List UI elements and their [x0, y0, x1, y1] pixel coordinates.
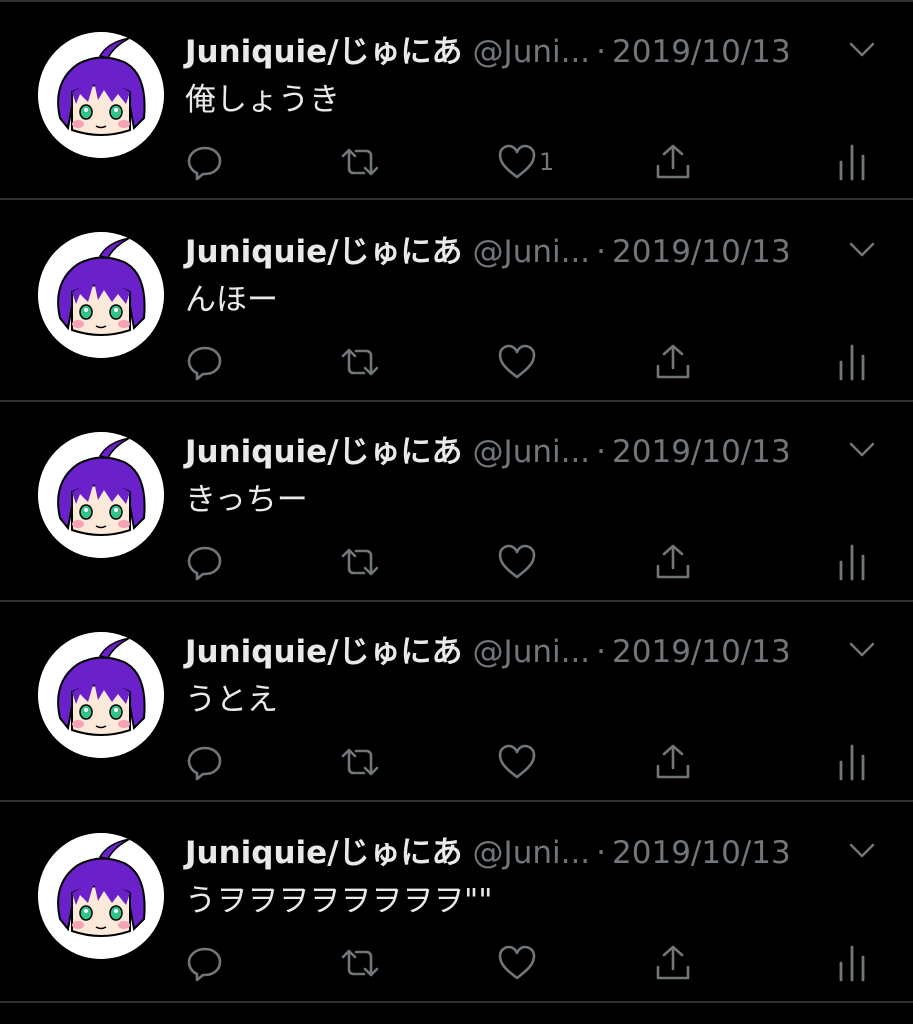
tweet-actions [0, 340, 913, 384]
tweet-actions: 1 [0, 140, 913, 184]
tweet-header: Juniquie/じゅにあ @Juni... · 2019/10/13 [185, 630, 885, 674]
user-handle[interactable]: @Juni... [473, 34, 591, 70]
retweet-icon [341, 748, 379, 776]
share-button[interactable] [653, 540, 693, 584]
retweet-icon [341, 949, 379, 977]
tweet-date[interactable]: 2019/10/13 [612, 434, 791, 470]
analytics-icon [839, 144, 865, 181]
separator-dot: · [596, 434, 607, 470]
chevron-down-icon[interactable] [848, 40, 876, 60]
display-name[interactable]: Juniquie/じゅにあ [185, 434, 463, 470]
tweet[interactable]: Juniquie/じゅにあ @Juni... · 2019/10/13 んほー [0, 202, 913, 402]
separator-dot: · [596, 835, 607, 871]
reply-button[interactable] [185, 740, 225, 784]
analytics-button[interactable] [832, 140, 872, 184]
display-name[interactable]: Juniquie/じゅにあ [185, 835, 463, 871]
analytics-button[interactable] [832, 740, 872, 784]
tweet-date[interactable]: 2019/10/13 [612, 34, 791, 70]
analytics-button[interactable] [832, 540, 872, 584]
reply-icon [187, 546, 222, 581]
retweet-button[interactable] [340, 941, 380, 985]
tweet-text: 俺しょうき [185, 82, 340, 118]
analytics-icon [839, 544, 865, 581]
user-handle[interactable]: @Juni... [473, 835, 591, 871]
share-icon [656, 544, 690, 579]
share-icon [656, 945, 690, 980]
heart-icon [498, 945, 536, 980]
analytics-icon [839, 945, 865, 982]
chevron-down-icon[interactable] [848, 440, 876, 460]
share-icon [656, 744, 690, 779]
like-button[interactable]: 1 [497, 140, 554, 184]
share-button[interactable] [653, 140, 693, 184]
heart-icon [498, 144, 536, 179]
heart-icon [498, 744, 536, 779]
tweet-text: うヲヲヲヲヲヲヲヲ"" [185, 883, 493, 919]
display-name[interactable]: Juniquie/じゅにあ [185, 234, 463, 270]
heart-icon [498, 344, 536, 379]
heart-icon [498, 544, 536, 579]
timeline: Juniquie/じゅにあ @Juni... · 2019/10/13 俺しょうき 1 [0, 0, 913, 1024]
separator-dot: · [596, 34, 607, 70]
user-handle[interactable]: @Juni... [473, 234, 591, 270]
like-count: 1 [539, 148, 555, 176]
tweet-actions [0, 540, 913, 584]
tweet-date[interactable]: 2019/10/13 [612, 835, 791, 871]
share-button[interactable] [653, 740, 693, 784]
reply-button[interactable] [185, 540, 225, 584]
like-button[interactable] [497, 340, 539, 384]
tweet-actions [0, 740, 913, 784]
retweet-button[interactable] [340, 540, 380, 584]
tweet-header: Juniquie/じゅにあ @Juni... · 2019/10/13 [185, 430, 885, 474]
like-button[interactable] [497, 540, 539, 584]
analytics-icon [839, 344, 865, 381]
reply-icon [187, 346, 222, 381]
display-name[interactable]: Juniquie/じゅにあ [185, 634, 463, 670]
reply-button[interactable] [185, 140, 225, 184]
share-button[interactable] [653, 941, 693, 985]
reply-icon [187, 746, 222, 781]
retweet-icon [341, 348, 379, 376]
retweet-button[interactable] [340, 740, 380, 784]
share-icon [656, 344, 690, 379]
tweet-date[interactable]: 2019/10/13 [612, 234, 791, 270]
share-icon [656, 144, 690, 179]
analytics-button[interactable] [832, 941, 872, 985]
tweet[interactable]: Juniquie/じゅにあ @Juni... · 2019/10/13 俺しょうき 1 [0, 0, 913, 200]
like-button[interactable] [497, 941, 539, 985]
chevron-down-icon[interactable] [848, 841, 876, 861]
tweet-text: きっちー [185, 482, 308, 518]
chevron-down-icon[interactable] [848, 240, 876, 260]
separator-dot: · [596, 634, 607, 670]
reply-button[interactable] [185, 340, 225, 384]
tweet-actions [0, 941, 913, 985]
retweet-button[interactable] [340, 140, 380, 184]
analytics-button[interactable] [832, 340, 872, 384]
tweet-header: Juniquie/じゅにあ @Juni... · 2019/10/13 [185, 831, 885, 875]
tweet[interactable]: Juniquie/じゅにあ @Juni... · 2019/10/13 うヲヲヲヲヲヲ… [0, 803, 913, 1003]
share-button[interactable] [653, 340, 693, 384]
display-name[interactable]: Juniquie/じゅにあ [185, 34, 463, 70]
tweet-text: うとえ [185, 682, 278, 718]
user-handle[interactable]: @Juni... [473, 634, 591, 670]
tweet-header: Juniquie/じゅにあ @Juni... · 2019/10/13 [185, 230, 885, 274]
retweet-icon [341, 148, 379, 176]
separator-dot: · [596, 234, 607, 270]
reply-icon [187, 146, 222, 181]
tweet-text: んほー [185, 282, 278, 318]
chevron-down-icon[interactable] [848, 640, 876, 660]
reply-button[interactable] [185, 941, 225, 985]
tweet-date[interactable]: 2019/10/13 [612, 634, 791, 670]
retweet-icon [341, 548, 379, 576]
tweet-header: Juniquie/じゅにあ @Juni... · 2019/10/13 [185, 30, 885, 74]
tweet[interactable]: Juniquie/じゅにあ @Juni... · 2019/10/13 きっちー [0, 402, 913, 602]
analytics-icon [839, 744, 865, 781]
reply-icon [187, 947, 222, 982]
tweet[interactable]: Juniquie/じゅにあ @Juni... · 2019/10/13 うとえ [0, 602, 913, 802]
like-button[interactable] [497, 740, 539, 784]
user-handle[interactable]: @Juni... [473, 434, 591, 470]
retweet-button[interactable] [340, 340, 380, 384]
